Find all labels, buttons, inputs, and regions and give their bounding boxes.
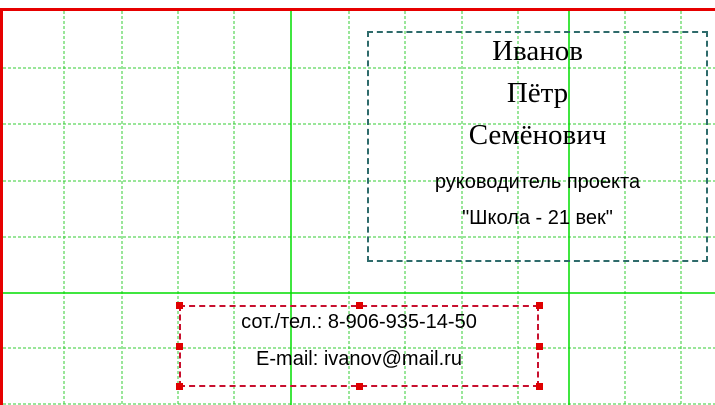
resize-handle-bottom-left[interactable] [176, 383, 183, 390]
resize-handle-bottom-right[interactable] [536, 383, 543, 390]
resize-handle-middle-right[interactable] [536, 343, 543, 350]
resize-handle-top-right[interactable] [536, 302, 543, 309]
email-address: E-mail: ivanov@mail.ru [256, 348, 462, 370]
resize-handle-bottom-center[interactable] [356, 383, 363, 390]
first-name: Пётр [506, 77, 569, 109]
name-text-frame[interactable]: Иванов Пётр Семёнович руководитель проек… [367, 31, 708, 262]
resize-handle-top-left[interactable] [176, 302, 183, 309]
phone-number: сот./тел.: 8-906-935-14-50 [241, 311, 477, 333]
resize-handle-top-center[interactable] [356, 302, 363, 309]
project-name: "Школа - 21 век" [462, 207, 613, 229]
last-name: Иванов [492, 35, 583, 67]
contact-text-frame-selected[interactable]: сот./тел.: 8-906-935-14-50 E-mail: ivano… [179, 305, 539, 387]
middle-name: Семёнович [468, 119, 607, 151]
resize-handle-middle-left[interactable] [176, 343, 183, 350]
document-canvas[interactable]: Иванов Пётр Семёнович руководитель проек… [0, 0, 715, 405]
job-title: руководитель проекта [434, 171, 641, 193]
